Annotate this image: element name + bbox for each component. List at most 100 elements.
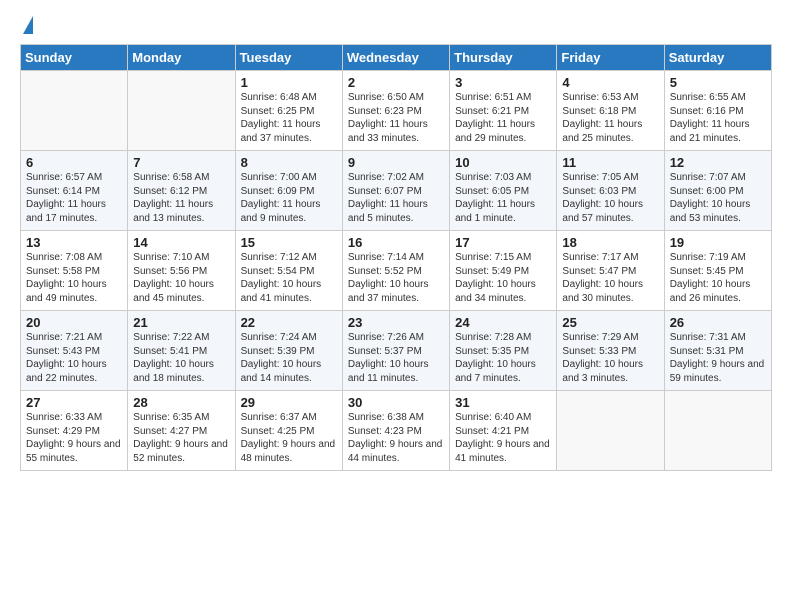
day-info: Sunrise: 7:05 AMSunset: 6:03 PMDaylight:…	[562, 171, 658, 225]
calendar-cell: 7Sunrise: 6:58 AMSunset: 6:12 PMDaylight…	[128, 151, 235, 231]
day-number: 4	[562, 75, 658, 90]
weekday-header-saturday: Saturday	[664, 45, 771, 71]
day-number: 22	[241, 315, 337, 330]
day-info: Sunrise: 7:22 AMSunset: 5:41 PMDaylight:…	[133, 331, 229, 385]
day-number: 13	[26, 235, 122, 250]
calendar-cell: 22Sunrise: 7:24 AMSunset: 5:39 PMDayligh…	[235, 311, 342, 391]
day-number: 2	[348, 75, 444, 90]
calendar-cell: 6Sunrise: 6:57 AMSunset: 6:14 PMDaylight…	[21, 151, 128, 231]
day-info: Sunrise: 7:08 AMSunset: 5:58 PMDaylight:…	[26, 251, 122, 305]
calendar-cell: 27Sunrise: 6:33 AMSunset: 4:29 PMDayligh…	[21, 391, 128, 471]
day-info: Sunrise: 7:07 AMSunset: 6:00 PMDaylight:…	[670, 171, 766, 225]
day-number: 7	[133, 155, 229, 170]
day-info: Sunrise: 6:50 AMSunset: 6:23 PMDaylight:…	[348, 91, 444, 145]
day-number: 5	[670, 75, 766, 90]
calendar-table: SundayMondayTuesdayWednesdayThursdayFrid…	[20, 44, 772, 471]
day-info: Sunrise: 6:55 AMSunset: 6:16 PMDaylight:…	[670, 91, 766, 145]
day-info: Sunrise: 6:38 AMSunset: 4:23 PMDaylight:…	[348, 411, 444, 465]
calendar-cell: 9Sunrise: 7:02 AMSunset: 6:07 PMDaylight…	[342, 151, 449, 231]
calendar-cell: 8Sunrise: 7:00 AMSunset: 6:09 PMDaylight…	[235, 151, 342, 231]
day-number: 11	[562, 155, 658, 170]
calendar-cell: 1Sunrise: 6:48 AMSunset: 6:25 PMDaylight…	[235, 71, 342, 151]
day-number: 21	[133, 315, 229, 330]
logo-text	[20, 16, 33, 36]
day-info: Sunrise: 7:02 AMSunset: 6:07 PMDaylight:…	[348, 171, 444, 225]
day-number: 25	[562, 315, 658, 330]
day-info: Sunrise: 6:40 AMSunset: 4:21 PMDaylight:…	[455, 411, 551, 465]
calendar-cell: 11Sunrise: 7:05 AMSunset: 6:03 PMDayligh…	[557, 151, 664, 231]
calendar-cell: 13Sunrise: 7:08 AMSunset: 5:58 PMDayligh…	[21, 231, 128, 311]
day-info: Sunrise: 7:10 AMSunset: 5:56 PMDaylight:…	[133, 251, 229, 305]
calendar-cell	[664, 391, 771, 471]
day-info: Sunrise: 7:17 AMSunset: 5:47 PMDaylight:…	[562, 251, 658, 305]
day-info: Sunrise: 6:53 AMSunset: 6:18 PMDaylight:…	[562, 91, 658, 145]
logo	[20, 16, 33, 34]
calendar-cell: 17Sunrise: 7:15 AMSunset: 5:49 PMDayligh…	[450, 231, 557, 311]
day-number: 28	[133, 395, 229, 410]
day-number: 9	[348, 155, 444, 170]
day-info: Sunrise: 6:35 AMSunset: 4:27 PMDaylight:…	[133, 411, 229, 465]
day-info: Sunrise: 7:31 AMSunset: 5:31 PMDaylight:…	[670, 331, 766, 385]
calendar-cell: 3Sunrise: 6:51 AMSunset: 6:21 PMDaylight…	[450, 71, 557, 151]
page: SundayMondayTuesdayWednesdayThursdayFrid…	[0, 0, 792, 612]
day-info: Sunrise: 7:00 AMSunset: 6:09 PMDaylight:…	[241, 171, 337, 225]
calendar-cell: 5Sunrise: 6:55 AMSunset: 6:16 PMDaylight…	[664, 71, 771, 151]
calendar-cell: 19Sunrise: 7:19 AMSunset: 5:45 PMDayligh…	[664, 231, 771, 311]
day-info: Sunrise: 7:14 AMSunset: 5:52 PMDaylight:…	[348, 251, 444, 305]
day-number: 3	[455, 75, 551, 90]
day-number: 18	[562, 235, 658, 250]
day-info: Sunrise: 7:26 AMSunset: 5:37 PMDaylight:…	[348, 331, 444, 385]
day-info: Sunrise: 7:12 AMSunset: 5:54 PMDaylight:…	[241, 251, 337, 305]
day-number: 16	[348, 235, 444, 250]
week-row-2: 6Sunrise: 6:57 AMSunset: 6:14 PMDaylight…	[21, 151, 772, 231]
weekday-header-sunday: Sunday	[21, 45, 128, 71]
calendar-cell	[557, 391, 664, 471]
calendar-cell	[128, 71, 235, 151]
day-info: Sunrise: 6:33 AMSunset: 4:29 PMDaylight:…	[26, 411, 122, 465]
day-number: 26	[670, 315, 766, 330]
calendar-cell: 4Sunrise: 6:53 AMSunset: 6:18 PMDaylight…	[557, 71, 664, 151]
day-number: 17	[455, 235, 551, 250]
day-info: Sunrise: 6:37 AMSunset: 4:25 PMDaylight:…	[241, 411, 337, 465]
week-row-5: 27Sunrise: 6:33 AMSunset: 4:29 PMDayligh…	[21, 391, 772, 471]
day-number: 20	[26, 315, 122, 330]
day-number: 30	[348, 395, 444, 410]
calendar-cell: 23Sunrise: 7:26 AMSunset: 5:37 PMDayligh…	[342, 311, 449, 391]
weekday-header-friday: Friday	[557, 45, 664, 71]
day-info: Sunrise: 7:15 AMSunset: 5:49 PMDaylight:…	[455, 251, 551, 305]
day-number: 19	[670, 235, 766, 250]
calendar-cell: 15Sunrise: 7:12 AMSunset: 5:54 PMDayligh…	[235, 231, 342, 311]
calendar-cell: 12Sunrise: 7:07 AMSunset: 6:00 PMDayligh…	[664, 151, 771, 231]
calendar-cell: 2Sunrise: 6:50 AMSunset: 6:23 PMDaylight…	[342, 71, 449, 151]
day-number: 23	[348, 315, 444, 330]
calendar-cell: 30Sunrise: 6:38 AMSunset: 4:23 PMDayligh…	[342, 391, 449, 471]
day-info: Sunrise: 7:03 AMSunset: 6:05 PMDaylight:…	[455, 171, 551, 225]
day-number: 14	[133, 235, 229, 250]
calendar-cell: 24Sunrise: 7:28 AMSunset: 5:35 PMDayligh…	[450, 311, 557, 391]
day-info: Sunrise: 6:51 AMSunset: 6:21 PMDaylight:…	[455, 91, 551, 145]
header	[20, 16, 772, 34]
day-number: 31	[455, 395, 551, 410]
day-number: 8	[241, 155, 337, 170]
calendar-cell: 16Sunrise: 7:14 AMSunset: 5:52 PMDayligh…	[342, 231, 449, 311]
week-row-1: 1Sunrise: 6:48 AMSunset: 6:25 PMDaylight…	[21, 71, 772, 151]
weekday-header-tuesday: Tuesday	[235, 45, 342, 71]
day-info: Sunrise: 6:57 AMSunset: 6:14 PMDaylight:…	[26, 171, 122, 225]
day-number: 12	[670, 155, 766, 170]
day-number: 6	[26, 155, 122, 170]
calendar-cell: 25Sunrise: 7:29 AMSunset: 5:33 PMDayligh…	[557, 311, 664, 391]
calendar-cell: 20Sunrise: 7:21 AMSunset: 5:43 PMDayligh…	[21, 311, 128, 391]
day-info: Sunrise: 7:29 AMSunset: 5:33 PMDaylight:…	[562, 331, 658, 385]
calendar-cell: 21Sunrise: 7:22 AMSunset: 5:41 PMDayligh…	[128, 311, 235, 391]
day-number: 27	[26, 395, 122, 410]
weekday-header-monday: Monday	[128, 45, 235, 71]
day-info: Sunrise: 6:48 AMSunset: 6:25 PMDaylight:…	[241, 91, 337, 145]
calendar-cell: 10Sunrise: 7:03 AMSunset: 6:05 PMDayligh…	[450, 151, 557, 231]
day-number: 29	[241, 395, 337, 410]
day-info: Sunrise: 7:28 AMSunset: 5:35 PMDaylight:…	[455, 331, 551, 385]
calendar-cell: 28Sunrise: 6:35 AMSunset: 4:27 PMDayligh…	[128, 391, 235, 471]
weekday-header-thursday: Thursday	[450, 45, 557, 71]
calendar-cell: 14Sunrise: 7:10 AMSunset: 5:56 PMDayligh…	[128, 231, 235, 311]
calendar-cell	[21, 71, 128, 151]
day-info: Sunrise: 7:19 AMSunset: 5:45 PMDaylight:…	[670, 251, 766, 305]
